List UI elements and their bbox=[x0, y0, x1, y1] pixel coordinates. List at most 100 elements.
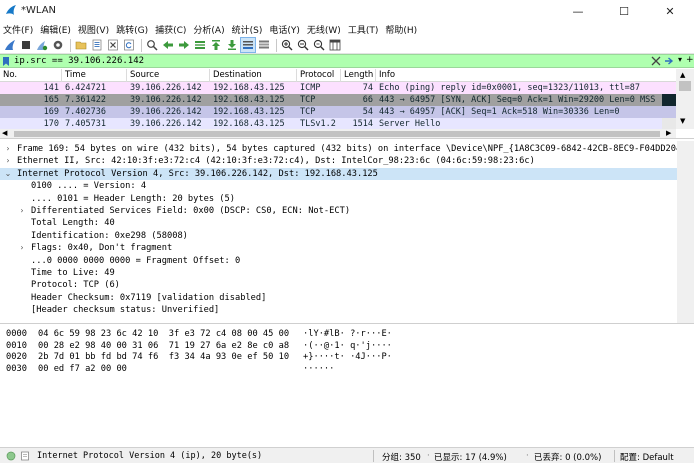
byte-ascii[interactable]: ······ bbox=[303, 364, 334, 375]
last-packet-button[interactable] bbox=[225, 38, 239, 52]
packet-row[interactable]: 165 7.361422 39.106.226.142 192.168.43.125 T… bbox=[0, 94, 676, 106]
detail-tree-item[interactable]: ...0 0000 0000 0000 = Fragment Offset: 0 bbox=[0, 255, 694, 267]
add-filter-button[interactable]: + bbox=[686, 55, 694, 65]
first-packet-button[interactable] bbox=[209, 38, 223, 52]
window-title: *WLAN bbox=[21, 5, 57, 16]
menu-help[interactable]: 帮助(H) bbox=[385, 23, 417, 36]
colorize-button[interactable] bbox=[257, 38, 271, 52]
details-vscroll[interactable] bbox=[677, 141, 694, 323]
minimize-button[interactable]: — bbox=[555, 0, 601, 22]
scroll-left-icon[interactable]: ◀ bbox=[2, 129, 7, 137]
detail-tree-item[interactable]: › Differentiated Services Field: 0x00 (DS… bbox=[0, 205, 694, 217]
display-filter-input[interactable] bbox=[14, 55, 644, 67]
column-time[interactable]: Time bbox=[62, 69, 127, 82]
detail-tree-item[interactable]: › Ethernet II, Src: 42:10:3f:e3:72:c4 (42… bbox=[0, 155, 694, 167]
column-length[interactable]: Length bbox=[341, 69, 376, 82]
filter-history-dropdown[interactable]: ▾ bbox=[676, 55, 684, 67]
byte-hex[interactable]: 04 6c 59 98 23 6c 42 10 3f e3 72 c4 08 0… bbox=[38, 329, 289, 340]
detail-tree-item[interactable]: ⌄ Internet Protocol Version 4, Src: 39.10… bbox=[0, 167, 694, 180]
hscroll-thumb[interactable] bbox=[14, 131, 660, 137]
capture-options-button[interactable] bbox=[51, 38, 65, 52]
zoom-in-button[interactable] bbox=[280, 38, 294, 52]
open-file-button[interactable] bbox=[74, 38, 88, 52]
column-protocol[interactable]: Protocol bbox=[297, 69, 341, 82]
menu-wireless[interactable]: 无线(W) bbox=[307, 23, 341, 36]
detail-tree-item[interactable]: Total Length: 40 bbox=[0, 217, 694, 229]
detail-text: Differentiated Services Field: 0x00 (DSC… bbox=[31, 206, 351, 216]
menu-file[interactable]: 文件(F) bbox=[3, 23, 33, 36]
resize-columns-button[interactable] bbox=[328, 38, 342, 52]
find-packet-button[interactable] bbox=[145, 38, 159, 52]
byte-hex[interactable]: 00 ed f7 a2 00 00 bbox=[38, 364, 127, 375]
go-to-packet-button[interactable] bbox=[193, 38, 207, 52]
detail-tree-item[interactable]: Time to Live: 49 bbox=[0, 267, 694, 279]
packet-row[interactable]: 141 6.424721 39.106.226.142 192.168.43.125 I… bbox=[0, 82, 676, 94]
save-file-button[interactable] bbox=[90, 38, 104, 52]
close-button[interactable]: ✕ bbox=[647, 0, 693, 22]
detail-tree-item[interactable]: › Frame 169: 54 bytes on wire (432 bits),… bbox=[0, 143, 694, 155]
scroll-right-icon[interactable]: ▶ bbox=[666, 129, 671, 137]
start-capture-button[interactable] bbox=[3, 38, 17, 52]
detail-tree-item[interactable]: 0100 .... = Version: 4 bbox=[0, 180, 694, 192]
reload-file-button[interactable] bbox=[122, 38, 136, 52]
close-file-button[interactable] bbox=[106, 38, 120, 52]
menu-capture[interactable]: 捕获(C) bbox=[155, 23, 186, 36]
scroll-thumb[interactable] bbox=[679, 81, 691, 91]
autoscroll-button[interactable] bbox=[240, 37, 256, 53]
detail-tree-item[interactable]: .... 0101 = Header Length: 20 bytes (5) bbox=[0, 193, 694, 205]
packet-details-tree: › Frame 169: 54 bytes on wire (432 bits),… bbox=[0, 141, 694, 324]
byte-hex[interactable]: 2b 7d 01 bb fd bd 74 f6 f3 34 4a 93 0e e… bbox=[38, 352, 289, 363]
scroll-up-icon[interactable]: ▲ bbox=[680, 71, 685, 79]
apply-filter-icon[interactable] bbox=[664, 56, 674, 66]
packet-list-hscroll[interactable]: ◀ ▶ bbox=[0, 129, 676, 138]
stop-capture-button[interactable] bbox=[19, 38, 33, 52]
scroll-down-icon[interactable]: ▼ bbox=[680, 117, 685, 125]
byte-hex[interactable]: 00 28 e2 98 40 00 31 06 71 19 27 6a e2 8… bbox=[38, 341, 289, 352]
restart-capture-button[interactable] bbox=[35, 38, 49, 52]
capture-comment-icon[interactable] bbox=[20, 451, 30, 461]
packet-row[interactable]: 169 7.402736 39.106.226.142 192.168.43.125 T… bbox=[0, 106, 676, 118]
byte-offset[interactable]: 0020 bbox=[6, 352, 27, 363]
byte-offset[interactable]: 0010 bbox=[6, 341, 27, 352]
detail-tree-item[interactable]: Header Checksum: 0x7119 [validation disa… bbox=[0, 292, 694, 304]
menu-view[interactable]: 视图(V) bbox=[78, 23, 109, 36]
zoom-reset-button[interactable] bbox=[312, 38, 326, 52]
menu-analyze[interactable]: 分析(A) bbox=[193, 23, 224, 36]
gear-icon bbox=[53, 40, 63, 50]
menu-edit[interactable]: 编辑(E) bbox=[40, 23, 71, 36]
packet-list-vscroll[interactable]: ▲ ▼ bbox=[676, 69, 694, 129]
column-no[interactable]: No. bbox=[0, 69, 62, 82]
column-info[interactable]: Info bbox=[376, 69, 662, 82]
chevron-down-icon[interactable]: ⌄ bbox=[4, 168, 12, 180]
menu-tools[interactable]: 工具(T) bbox=[348, 23, 379, 36]
clear-filter-icon[interactable] bbox=[651, 56, 661, 66]
zoom-out-button[interactable] bbox=[296, 38, 310, 52]
byte-ascii[interactable]: ·lY·#lB· ?·r···E· bbox=[303, 329, 392, 340]
arrow-right-icon bbox=[179, 41, 189, 49]
bookmark-icon[interactable] bbox=[2, 56, 12, 67]
chevron-right-icon[interactable]: › bbox=[18, 242, 26, 254]
go-forward-button[interactable] bbox=[177, 38, 191, 52]
detail-tree-item[interactable]: Protocol: TCP (6) bbox=[0, 279, 694, 291]
byte-offset[interactable]: 0030 bbox=[6, 364, 27, 375]
status-profile[interactable]: 配置: Default bbox=[620, 451, 674, 463]
zoom-in-icon bbox=[281, 39, 293, 51]
menu-go[interactable]: 跳转(G) bbox=[116, 23, 148, 36]
byte-ascii[interactable]: +}····t· ·4J···P· bbox=[303, 352, 392, 363]
chevron-right-icon[interactable]: › bbox=[4, 143, 12, 155]
chevron-right-icon[interactable]: › bbox=[18, 205, 26, 217]
byte-offset[interactable]: 0000 bbox=[6, 329, 27, 340]
column-source[interactable]: Source bbox=[127, 69, 210, 82]
column-destination[interactable]: Destination bbox=[210, 69, 297, 82]
detail-tree-item[interactable]: [Header checksum status: Unverified] bbox=[0, 304, 694, 316]
expert-info-icon[interactable] bbox=[6, 451, 16, 461]
packet-minimap[interactable] bbox=[662, 82, 676, 129]
maximize-button[interactable]: ☐ bbox=[601, 0, 647, 22]
detail-tree-item[interactable]: Identification: 0xe298 (58008) bbox=[0, 230, 694, 242]
byte-ascii[interactable]: ·(··@·1· q·'j···· bbox=[303, 341, 392, 352]
go-back-button[interactable] bbox=[161, 38, 175, 52]
menu-telephony[interactable]: 电话(Y) bbox=[269, 23, 300, 36]
chevron-right-icon[interactable]: › bbox=[4, 155, 12, 167]
menu-statistics[interactable]: 统计(S) bbox=[232, 23, 263, 36]
detail-tree-item[interactable]: › Flags: 0x40, Don't fragment bbox=[0, 242, 694, 254]
